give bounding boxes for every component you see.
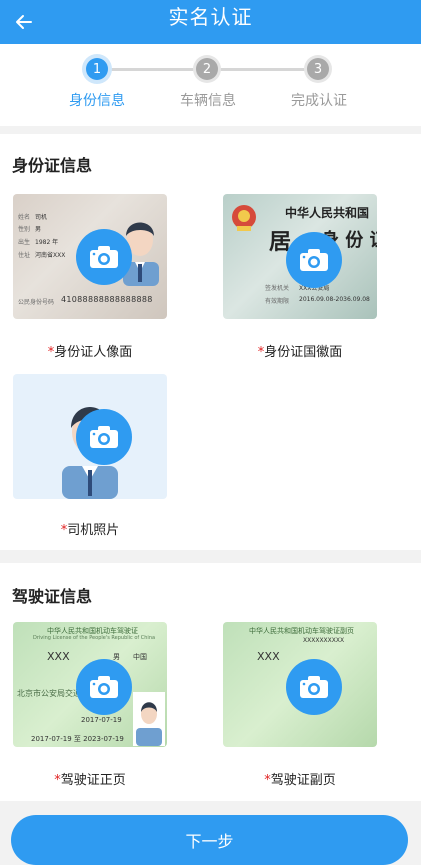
id-emblem-caption: *身份证国徽面 [210,341,390,360]
camera-icon [300,676,328,698]
id-name-label: 姓名 [18,214,31,221]
id-sex-value: 男 [35,226,42,233]
national-emblem-icon [232,205,256,231]
id-face-camera-button[interactable] [76,229,132,285]
dl-back-header: 中华人民共和国机动车驾驶证副页 [249,627,354,635]
id-address-value: 河南省XXX [35,252,66,259]
step-2-label: 车辆信息 [180,93,236,109]
step-2-circle: 2 [196,58,218,80]
driver-photo-label: 司机照片 [67,523,120,538]
camera-icon [300,249,328,271]
emblem-validity-value: 2016.09.08-2036.09.08 [299,296,370,303]
dl-front-header-en: Driving License of the People's Republic… [33,635,156,641]
page-title: 实名认证 [168,5,253,29]
id-number-value: 41088888888888888 [61,295,153,304]
id-section-title: 身份证信息 [12,156,93,175]
id-face-upload[interactable]: 姓名 司机 性别 男 出生 1982 年 住址 河南省XXX 公民身份号码 41… [13,194,167,319]
dl-front-caption: *驾驶证正页 [0,769,180,788]
dl-front-label: 驾驶证正页 [60,773,126,788]
id-face-caption: *身份证人像面 [0,341,180,360]
dl-back-camera-button[interactable] [286,659,342,715]
page: 实名认证 1 2 3 身份信息 车辆信息 完成认证 身份证信息 姓名 司机 性别… [0,0,421,865]
id-face-label: 身份证人像面 [54,345,133,360]
dl-front-validity: 2017-07-19 至 2023-07-19 [31,735,124,743]
id-section: 身份证信息 姓名 司机 性别 男 出生 1982 年 住址 河南省XXX 公民身… [0,134,421,550]
dl-back-name: XXX [257,650,280,663]
dl-back-caption: *驾驶证副页 [210,769,390,788]
id-emblem-label: 身份证国徽面 [264,345,343,360]
step-connector-1 [108,68,194,71]
emblem-country: 中华人民共和国 [285,206,370,220]
id-emblem-camera-button[interactable] [286,232,342,288]
id-sex-label: 性别 [18,226,31,233]
id-name-value: 司机 [35,214,48,221]
dl-front-name: XXX [47,650,70,663]
id-birth-value: 1982 年 [35,239,59,246]
dl-section: 驾驶证信息 中华人民共和国机动车驾驶证 Driving License of t… [0,563,421,801]
camera-icon [90,676,118,698]
driver-photo-caption: *司机照片 [0,519,180,538]
emblem-authority-label: 签发机关 [265,285,290,292]
dl-front-camera-button[interactable] [76,659,132,715]
dl-back-upload[interactable]: 中华人民共和国机动车驾驶证副页 XXXXXXXXXX XXX [223,622,377,747]
step-3-label: 完成认证 [291,93,347,109]
id-number-label: 公民身份号码 [18,299,55,306]
app-header: 实名认证 [0,0,421,44]
progress-steps [0,44,421,126]
id-address-label: 住址 [18,252,31,259]
dl-front-photo [133,692,165,746]
id-birth-label: 出生 [18,239,31,246]
dl-front-nation: 中国 [133,653,147,661]
step-1-label: 身份信息 [69,93,125,109]
dl-front-upload[interactable]: 中华人民共和国机动车驾驶证 Driving License of the Peo… [13,622,167,747]
step-connector-2 [218,68,308,71]
dl-avatar-illustration [136,702,162,746]
camera-icon [90,426,118,448]
camera-icon [90,246,118,268]
dl-back-number: XXXXXXXXXX [303,637,345,644]
next-button[interactable]: 下一步 [11,815,408,865]
dl-front-issue: 2017-07-19 [81,716,122,724]
dl-section-title: 驾驶证信息 [12,587,93,606]
driver-photo-camera-button[interactable] [76,409,132,465]
id-emblem-upload[interactable]: 中华人民共和国 居 身 份 证 签发机关 XXX公安局 有效期限 2016.09… [223,194,377,319]
dl-back-label: 驾驶证副页 [270,773,336,788]
driver-photo-upload[interactable] [13,374,167,499]
emblem-validity-label: 有效期限 [265,298,290,305]
step-1-circle: 1 [86,58,108,80]
step-3-circle: 3 [307,58,329,80]
